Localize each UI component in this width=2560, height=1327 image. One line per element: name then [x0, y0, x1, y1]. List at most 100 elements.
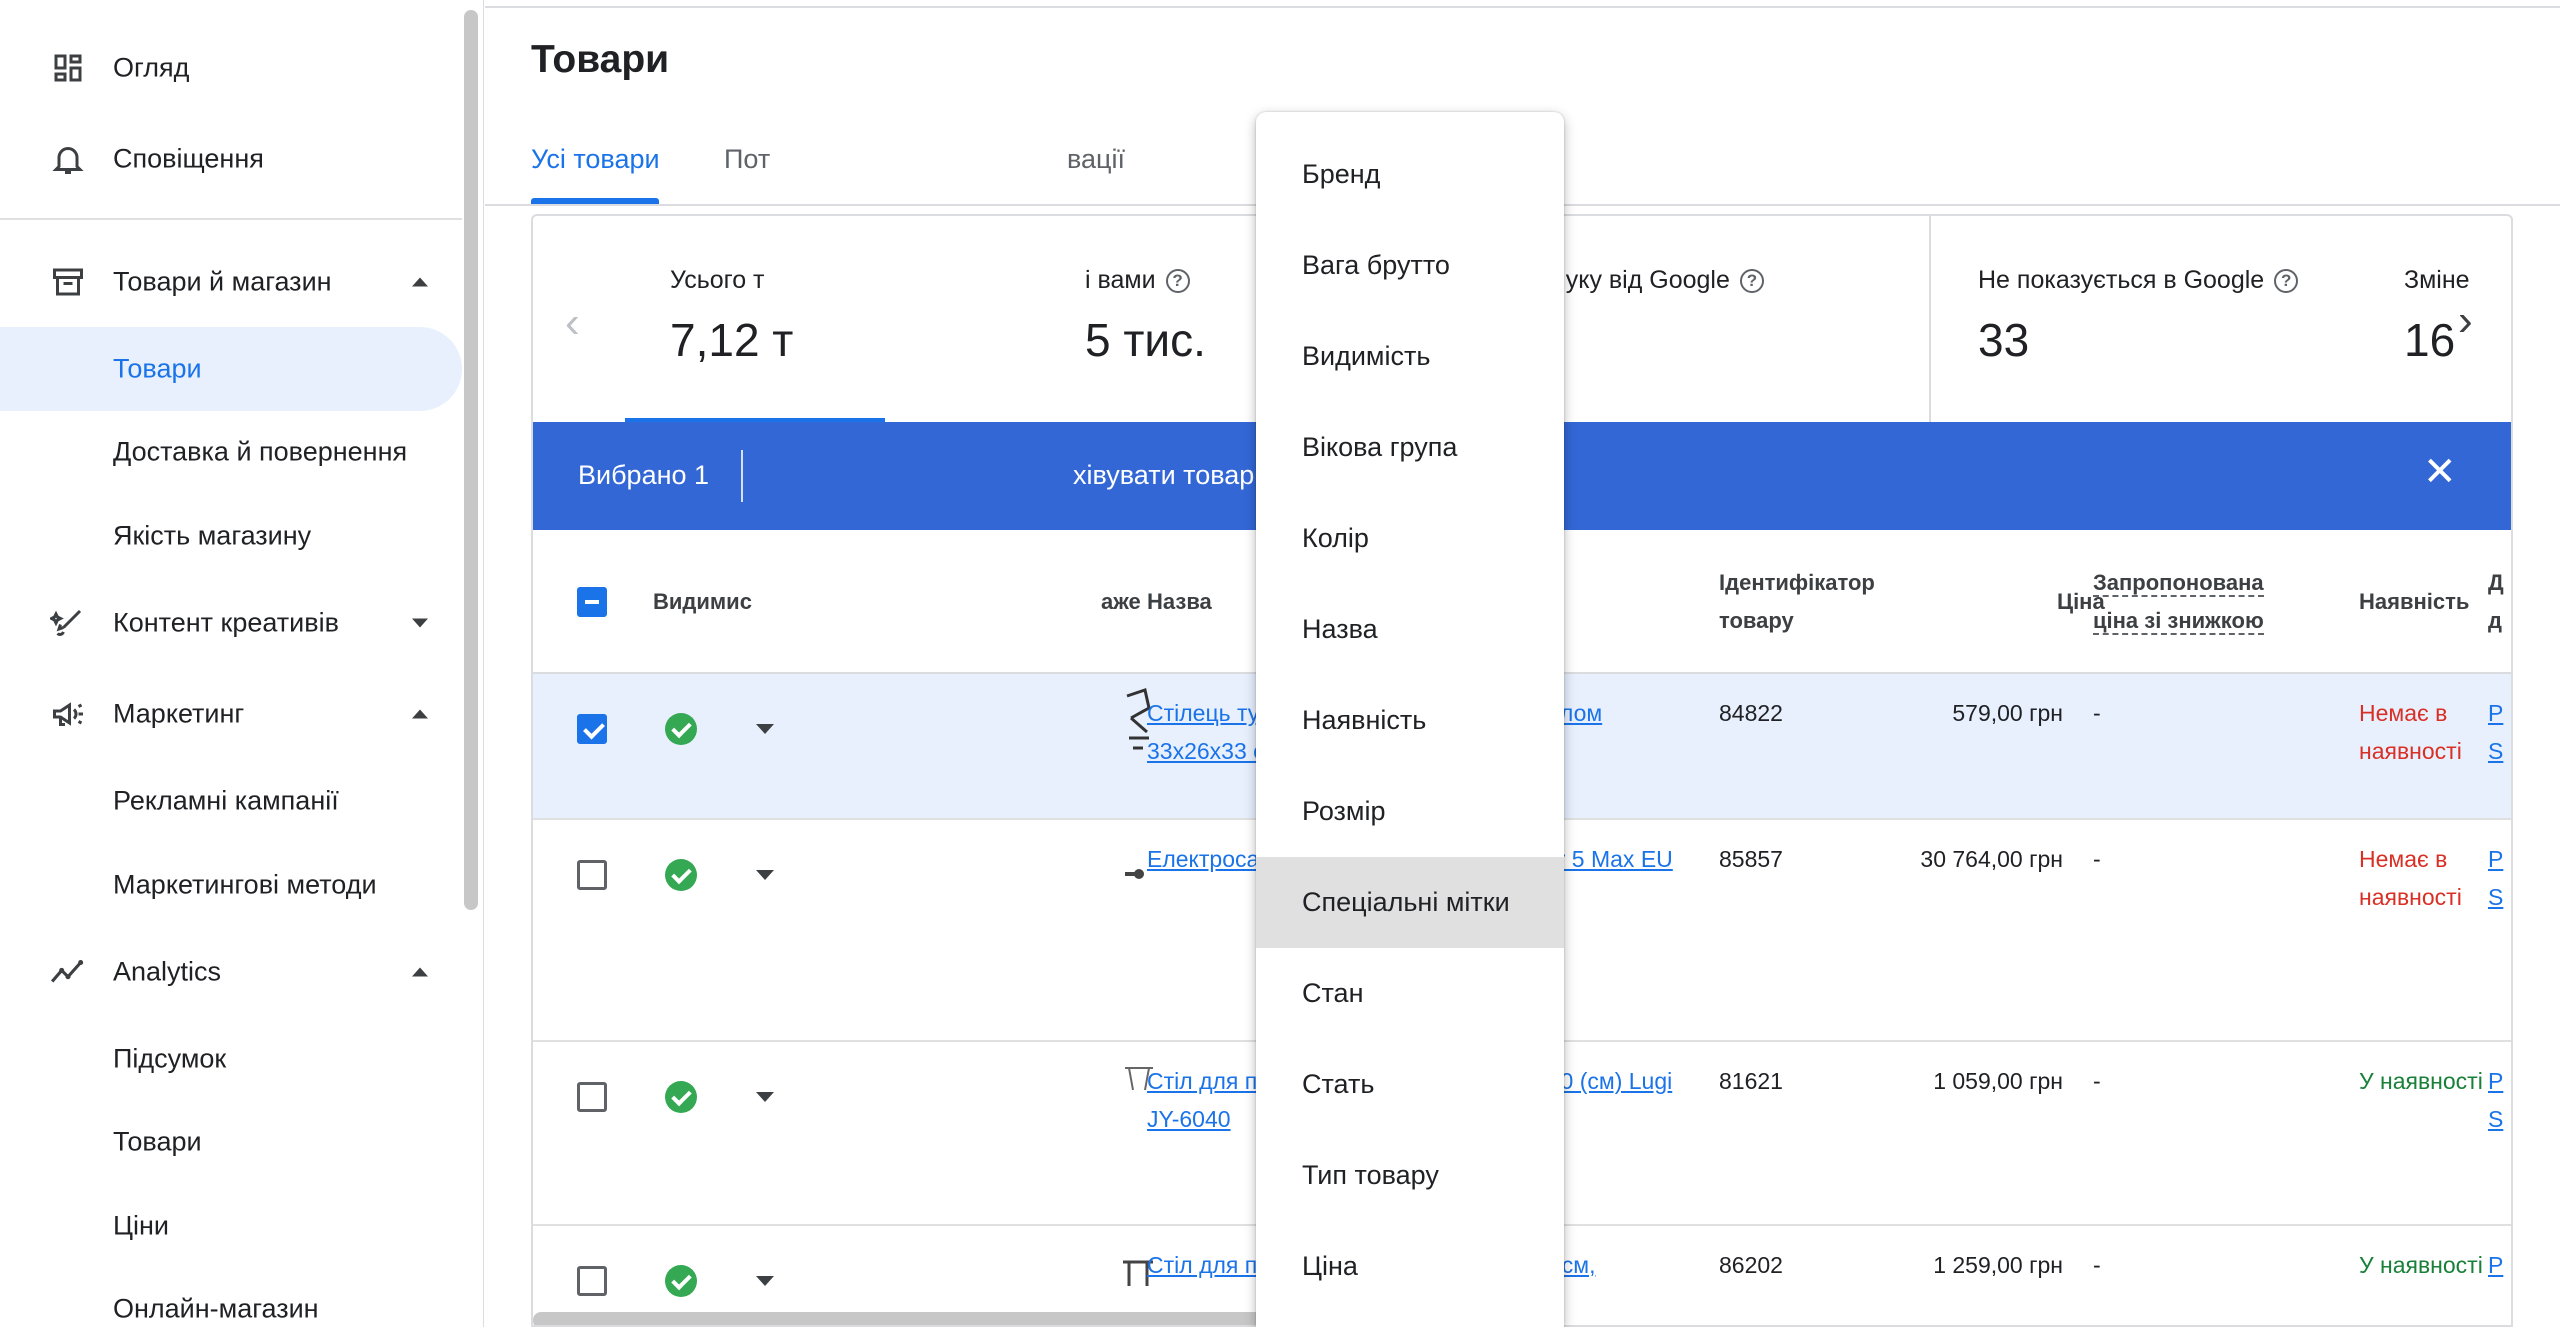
- dropdown-item-brand[interactable]: Бренд: [1256, 129, 1564, 220]
- visibility-check-icon[interactable]: [665, 713, 697, 745]
- dropdown-item-product-type[interactable]: Тип товару: [1256, 1130, 1564, 1221]
- tab-all-products[interactable]: Усі товари: [531, 144, 660, 175]
- tab-recommendations[interactable]: вації: [1067, 144, 1125, 175]
- sidebar-item-products[interactable]: Товари: [0, 327, 462, 411]
- row-checkbox[interactable]: [577, 1082, 607, 1112]
- help-icon[interactable]: ?: [1739, 268, 1764, 293]
- header-name[interactable]: Назва: [1147, 583, 1212, 621]
- sidebar-item-analytics[interactable]: Analytics: [0, 930, 462, 1014]
- stat-by-you[interactable]: і вами? 5 тис.: [1085, 266, 1206, 367]
- product-id: 81621: [1719, 1068, 1783, 1094]
- sidebar-item-creative-content[interactable]: Контент креативів: [0, 581, 462, 665]
- sidebar-item-label: Підсумок: [113, 1043, 227, 1074]
- product-id: 84822: [1719, 700, 1783, 726]
- sidebar-item-overview[interactable]: Огляд: [0, 26, 462, 110]
- sidebar-item-marketing-methods[interactable]: Маркетингові методи: [0, 843, 462, 927]
- sidebar-item-label: Товари й магазин: [113, 266, 332, 297]
- sidebar-item-analytics-products[interactable]: Товари: [0, 1100, 462, 1184]
- header-extra[interactable]: Д д: [2488, 564, 2504, 640]
- dropdown-item-size[interactable]: Розмір: [1256, 766, 1564, 857]
- extra-link[interactable]: S: [2488, 878, 2503, 916]
- chevron-down-icon[interactable]: [756, 1276, 774, 1286]
- sidebar-item-marketing[interactable]: Маркетинг: [0, 672, 462, 756]
- stat-total[interactable]: Усього т 7,12 т: [670, 266, 793, 367]
- sidebar-item-summary[interactable]: Підсумок: [0, 1017, 462, 1101]
- product-id: 85857: [1719, 846, 1783, 872]
- sidebar-item-label: Рекламні кампанії: [113, 785, 339, 816]
- stat-label: Зміне: [2404, 266, 2470, 294]
- header-discount-price[interactable]: Запропонована ціна зі знижкою: [2093, 564, 2264, 640]
- sidebar-item-ad-campaigns[interactable]: Рекламні кампанії: [0, 759, 462, 843]
- stat-not-shown[interactable]: Не показується в Google? 33: [1978, 266, 2299, 367]
- dropdown-item-gender[interactable]: Стать: [1256, 1039, 1564, 1130]
- extra-link[interactable]: S: [2488, 1100, 2503, 1138]
- tab-needs-attention[interactable]: Пот: [724, 144, 770, 175]
- chevron-down-icon[interactable]: [756, 1092, 774, 1102]
- sidebar-item-label: Analytics: [113, 956, 222, 987]
- row-checkbox[interactable]: [577, 714, 607, 744]
- select-all-checkbox[interactable]: [577, 587, 607, 617]
- row-checkbox[interactable]: [577, 860, 607, 890]
- availability-status: У наявності: [2359, 1068, 2483, 1094]
- extra-link[interactable]: P: [2488, 694, 2503, 732]
- chevron-right-icon[interactable]: ›: [2458, 296, 2473, 346]
- header-product-id[interactable]: Ідентифікатор товару: [1719, 564, 1875, 640]
- stat-label: Не показується в Google: [1978, 266, 2265, 294]
- sidebar-item-label: Якість магазину: [113, 520, 312, 551]
- sidebar-item-label: Огляд: [113, 52, 190, 83]
- header-availability[interactable]: Наявність: [2359, 583, 2469, 621]
- sidebar-scrollbar[interactable]: [464, 10, 478, 910]
- product-price: 30 764,00 грн: [1920, 846, 2063, 872]
- sidebar-item-prices[interactable]: Ціни: [0, 1184, 462, 1268]
- dropdown-item-custom-labels[interactable]: Спеціальні мітки: [1256, 857, 1564, 948]
- header-image[interactable]: аже: [1101, 583, 1141, 621]
- dropdown-item-color[interactable]: Колір: [1256, 493, 1564, 584]
- chevron-down-icon[interactable]: [756, 870, 774, 880]
- close-icon[interactable]: ✕: [2423, 452, 2457, 492]
- availability-status: Немає в наявності: [2359, 846, 2462, 910]
- help-icon[interactable]: ?: [1165, 268, 1190, 293]
- dropdown-item-availability[interactable]: Наявність: [1256, 675, 1564, 766]
- sidebar-item-products-store[interactable]: Товари й магазин: [0, 240, 462, 324]
- dropdown-item-condition[interactable]: Стан: [1256, 948, 1564, 1039]
- product-discount-price: -: [2093, 1068, 2101, 1094]
- sidebar-item-shipping-returns[interactable]: Доставка й повернення: [0, 410, 462, 494]
- chevron-left-icon[interactable]: ‹: [565, 298, 580, 348]
- visibility-check-icon[interactable]: [665, 859, 697, 891]
- extra-link[interactable]: S: [2488, 732, 2503, 770]
- stat-label: і вами: [1085, 266, 1156, 294]
- sidebar-item-label: Контент креативів: [113, 607, 339, 638]
- sidebar-item-label: Товари: [113, 353, 202, 384]
- main-content: Товари Усі товари Пот вації ‹ Усього т 7…: [485, 0, 2560, 1327]
- extra-link[interactable]: P: [2488, 1246, 2503, 1284]
- bell-icon: [48, 139, 88, 179]
- top-divider: [485, 6, 2560, 8]
- visibility-check-icon[interactable]: [665, 1081, 697, 1113]
- extra-link[interactable]: P: [2488, 840, 2503, 878]
- sidebar-item-notifications[interactable]: Сповіщення: [0, 117, 462, 201]
- sidebar-item-store-quality[interactable]: Якість магазину: [0, 494, 462, 578]
- creative-brush-icon: [48, 603, 88, 643]
- dropdown-item-visibility[interactable]: Видимість: [1256, 311, 1564, 402]
- chevron-down-icon[interactable]: [756, 724, 774, 734]
- header-label: д: [2488, 608, 2502, 633]
- header-visibility[interactable]: Видимис: [653, 583, 752, 621]
- product-discount-price: -: [2093, 846, 2101, 872]
- row-checkbox[interactable]: [577, 1266, 607, 1296]
- dropdown-item-price[interactable]: Ціна: [1256, 1221, 1564, 1312]
- dropdown-item-name[interactable]: Назва: [1256, 584, 1564, 675]
- dropdown-item-age-group[interactable]: Вікова група: [1256, 402, 1564, 493]
- extra-link[interactable]: P: [2488, 1062, 2503, 1100]
- dropdown-item-gross-weight[interactable]: Вага брутто: [1256, 220, 1564, 311]
- archive-products-button[interactable]: хівувати товари: [1073, 460, 1269, 491]
- availability-status: Немає в наявності: [2359, 700, 2462, 764]
- visibility-check-icon[interactable]: [665, 1265, 697, 1297]
- page-title: Товари: [531, 38, 670, 81]
- help-icon[interactable]: ?: [2274, 268, 2299, 293]
- analytics-line-icon: [48, 952, 88, 992]
- sidebar-divider: [0, 218, 462, 220]
- product-price: 1 259,00 грн: [1933, 1252, 2063, 1278]
- sidebar-item-online-store[interactable]: Онлайн-магазин: [0, 1267, 462, 1327]
- selection-divider: [741, 450, 743, 502]
- selected-count: Вибрано 1: [578, 460, 710, 490]
